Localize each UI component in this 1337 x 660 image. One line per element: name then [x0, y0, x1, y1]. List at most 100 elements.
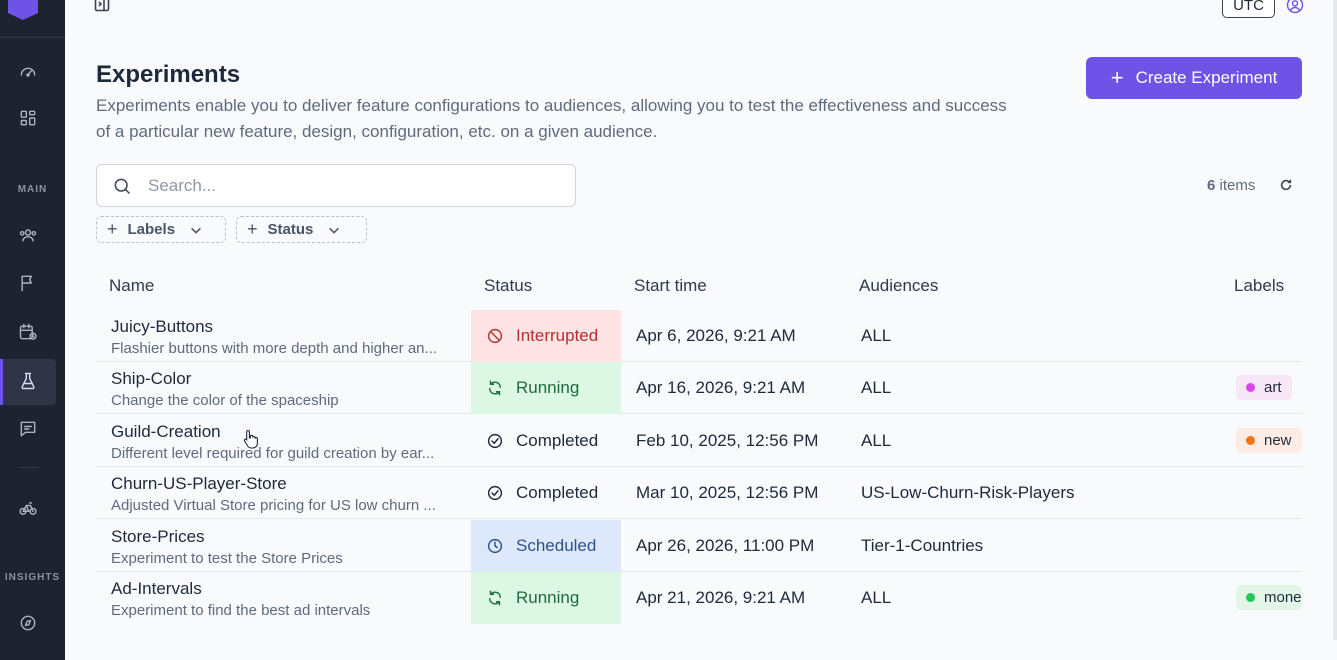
experiment-name[interactable]: Churn-US-Player-Store: [111, 474, 456, 494]
items-count: 6 items: [1207, 177, 1255, 194]
audiences: ALL: [861, 431, 892, 450]
column-header-name[interactable]: Name: [109, 276, 154, 296]
sync-icon: [489, 380, 501, 396]
status-label: Interrupted: [516, 326, 599, 345]
label-dot: [1246, 383, 1255, 392]
ban-icon: [487, 328, 503, 344]
experiment-description: Flashier buttons with more depth and hig…: [111, 340, 438, 357]
vertical-scrollbar[interactable]: [1333, 0, 1337, 640]
start-time: Apr 16, 2026, 9:21 AM: [636, 378, 806, 397]
sidebar-divider: [0, 37, 65, 38]
user-account-icon[interactable]: [1285, 0, 1305, 15]
chevron-down-icon: [329, 227, 340, 234]
app-logo[interactable]: [8, 0, 38, 20]
start-time: Feb 10, 2025, 12:56 PM: [636, 431, 819, 450]
status-badge: Scheduled: [471, 520, 621, 572]
column-header-status[interactable]: Status: [484, 276, 532, 296]
sidebar-toggle-icon[interactable]: [94, 0, 110, 12]
sidebar-section-main: MAIN: [17, 184, 48, 195]
label-chip[interactable]: mone: [1236, 585, 1302, 610]
page-title: Experiments: [96, 61, 241, 88]
search-box: [96, 164, 576, 207]
experiment-name[interactable]: Guild-Creation: [111, 422, 456, 442]
flask-icon[interactable]: [17, 370, 39, 392]
dashboard-gauge-icon[interactable]: [17, 59, 39, 81]
status-badge: Running: [471, 572, 621, 624]
label-dot: [1246, 436, 1255, 445]
sidebar-section-insights: INSIGHTS: [4, 572, 61, 583]
audiences: Tier-1-Countries: [861, 536, 984, 555]
check-circle-icon: [487, 433, 503, 449]
experiment-description: Experiment to find the best ad intervals: [111, 602, 371, 619]
users-icon[interactable]: [17, 224, 39, 246]
chevron-down-icon: [191, 227, 201, 234]
status-label: Completed: [516, 431, 599, 450]
sidebar: MAIN INSIGHTS: [0, 0, 65, 660]
search-icon: [114, 178, 131, 194]
audiences: ALL: [861, 588, 892, 607]
label-chip[interactable]: new: [1236, 428, 1302, 453]
experiment-description: Different level required for guild creat…: [111, 445, 435, 462]
status-badge: Interrupted: [471, 310, 621, 362]
apps-grid-icon[interactable]: [17, 107, 39, 129]
audiences: US-Low-Churn-Risk-Players: [861, 483, 1075, 502]
experiment-name[interactable]: Ship-Color: [111, 369, 456, 389]
clock-icon: [487, 538, 503, 554]
pointer-cursor-icon: [243, 429, 259, 449]
start-time: Mar 10, 2025, 12:56 PM: [636, 483, 819, 502]
audiences: ALL: [861, 326, 892, 345]
sync-icon: [489, 590, 501, 606]
status-label: Running: [516, 588, 580, 607]
label-text: art: [1264, 379, 1282, 396]
experiment-description: Change the color of the spaceship: [111, 392, 339, 409]
start-time: Apr 6, 2026, 9:21 AM: [636, 326, 796, 345]
status-badge: Completed: [471, 415, 621, 467]
plus-icon: +: [1110, 65, 1124, 90]
timezone-button[interactable]: UTC: [1222, 0, 1275, 18]
experiment-name[interactable]: Juicy-Buttons: [111, 317, 456, 337]
compass-icon[interactable]: [17, 612, 39, 634]
table-row[interactable]: Churn-US-Player-Store Adjusted Virtual St…: [96, 467, 1302, 519]
status-filter-button[interactable]: + Status: [236, 216, 367, 243]
feedback-icon[interactable]: [17, 418, 39, 440]
experiment-description: Adjusted Virtual Store pricing for US lo…: [111, 497, 436, 514]
experiment-name[interactable]: Ad-Intervals: [111, 579, 456, 599]
label-chip[interactable]: art: [1236, 375, 1292, 400]
status-badge: Running: [471, 362, 621, 414]
column-header-start-time[interactable]: Start time: [634, 276, 707, 296]
items-count-suffix: items: [1215, 177, 1256, 194]
refresh-icon[interactable]: [1279, 178, 1293, 192]
table-row[interactable]: Guild-Creation Different level required f…: [96, 415, 1302, 467]
status-label: Scheduled: [516, 536, 597, 555]
flag-icon[interactable]: [17, 272, 39, 294]
label-text: new: [1264, 432, 1292, 449]
labels-filter-button[interactable]: + Labels: [96, 216, 226, 243]
check-circle-icon: [487, 485, 503, 501]
create-experiment-label: Create Experiment: [1135, 68, 1278, 87]
create-experiment-button[interactable]: + Create Experiment: [1086, 57, 1302, 99]
experiment-description: Experiment to test the Store Prices: [111, 550, 343, 567]
status-filter-label: Status: [267, 221, 314, 238]
page-description: Experiments enable you to deliver featur…: [96, 96, 1007, 141]
table-row[interactable]: Ad-Intervals Experiment to find the best …: [96, 572, 1302, 624]
start-time: Apr 21, 2026, 9:21 AM: [636, 588, 806, 607]
table-row[interactable]: Ship-Color Change the color of the spaces…: [96, 362, 1302, 414]
status-label: Completed: [516, 483, 599, 502]
label-dot: [1246, 593, 1255, 602]
status-badge: Completed: [471, 467, 621, 519]
sidebar-divider: [19, 467, 39, 468]
table-row[interactable]: Juicy-Buttons Flashier buttons with more …: [96, 310, 1302, 362]
plus-icon: +: [107, 219, 118, 239]
search-input[interactable]: [148, 175, 548, 196]
bicycle-icon[interactable]: [17, 497, 39, 519]
table-row[interactable]: Store-Prices Experiment to test the Store…: [96, 520, 1302, 572]
label-text: mone: [1264, 589, 1302, 606]
status-label: Running: [516, 378, 580, 397]
labels-filter-label: Labels: [127, 221, 176, 238]
start-time: Apr 26, 2026, 11:00 PM: [636, 536, 815, 555]
column-header-audiences[interactable]: Audiences: [859, 276, 938, 296]
calendar-clock-icon[interactable]: [17, 321, 39, 343]
experiment-name[interactable]: Store-Prices: [111, 527, 456, 547]
plus-icon: +: [247, 219, 258, 239]
column-header-labels[interactable]: Labels: [1234, 276, 1284, 296]
